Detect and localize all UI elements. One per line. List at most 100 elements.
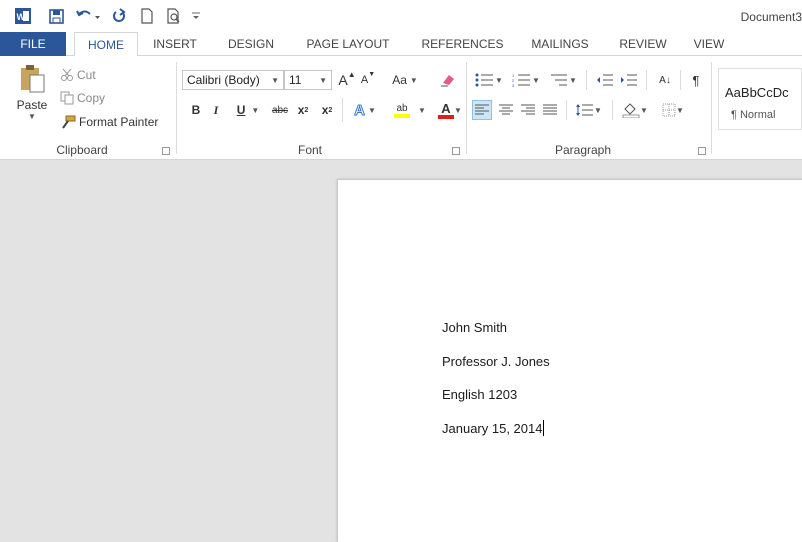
- bullets-button[interactable]: ▼: [472, 70, 506, 90]
- copy-label: Copy: [77, 91, 106, 105]
- numbering-icon: 123: [512, 73, 531, 87]
- increase-indent-icon: [621, 74, 637, 86]
- align-left-button[interactable]: [472, 100, 492, 120]
- align-right-button[interactable]: [518, 100, 538, 120]
- cut-label: Cut: [77, 68, 96, 82]
- font-name-value: Calibri (Body): [187, 73, 260, 87]
- shading-button[interactable]: ▼: [618, 100, 652, 120]
- font-name-combo[interactable]: Calibri (Body) ▼: [182, 70, 284, 90]
- tab-review[interactable]: REVIEW: [612, 32, 674, 56]
- font-size-combo[interactable]: 11 ▼: [284, 70, 332, 90]
- clipboard-group-label: Clipboard: [56, 143, 108, 157]
- doc-line-date-wrapper[interactable]: January 15, 2014: [442, 420, 545, 436]
- align-right-icon: [521, 104, 535, 115]
- multilevel-list-button[interactable]: ▼: [546, 70, 580, 90]
- group-divider: [176, 62, 177, 154]
- style-normal-tile[interactable]: AaBbCcDc ¶ Normal: [718, 68, 802, 130]
- tab-home[interactable]: HOME: [74, 32, 138, 57]
- sort-button[interactable]: A↓: [654, 70, 676, 90]
- highlighter-icon: ab: [396, 102, 408, 114]
- paragraph-dialog-launcher[interactable]: [698, 147, 706, 155]
- copy-button[interactable]: Copy: [60, 89, 105, 107]
- text-effects-button[interactable]: A ▼: [350, 100, 380, 120]
- format-painter-label: Format Painter: [79, 115, 159, 129]
- change-case-button[interactable]: Aa ▼: [388, 70, 422, 90]
- doc-line-name[interactable]: John Smith: [442, 320, 507, 335]
- align-center-icon: [499, 104, 513, 115]
- shrink-font-button[interactable]: A ▼: [360, 70, 376, 90]
- line-spacing-icon: [576, 104, 594, 116]
- paragraph-divider: [566, 100, 567, 120]
- paint-bucket-icon: [622, 103, 640, 118]
- paste-dropdown-icon: ▼: [28, 112, 36, 121]
- tab-mailings[interactable]: MAILINGS: [520, 32, 600, 56]
- paragraph-group-label: Paragraph: [554, 143, 612, 157]
- cut-button[interactable]: Cut: [60, 66, 96, 84]
- subscript-button[interactable]: x2: [294, 100, 312, 120]
- copy-icon: [60, 91, 74, 105]
- paste-icon: [21, 65, 45, 93]
- decrease-indent-button[interactable]: [594, 70, 616, 90]
- justify-button[interactable]: [540, 100, 560, 120]
- change-case-icon: Aa: [392, 73, 407, 87]
- group-divider: [711, 62, 712, 154]
- highlight-color-button[interactable]: ab: [384, 100, 420, 120]
- customize-qat-icon[interactable]: [188, 5, 204, 27]
- italic-button[interactable]: I: [208, 100, 224, 120]
- numbering-button[interactable]: 1 2 3 ▼: [508, 70, 544, 90]
- align-center-button[interactable]: [496, 100, 516, 120]
- highlight-color-swatch: [394, 113, 410, 118]
- clear-formatting-button[interactable]: [438, 70, 458, 90]
- redo-icon[interactable]: [110, 5, 128, 27]
- document-page[interactable]: John Smith Professor J. Jones English 12…: [337, 179, 802, 542]
- highlight-dropdown-icon[interactable]: ▼: [418, 106, 426, 115]
- doc-line-professor[interactable]: Professor J. Jones: [442, 354, 550, 369]
- doc-line-date: January 15, 2014: [442, 421, 543, 436]
- paste-button[interactable]: Paste ▼: [14, 64, 50, 134]
- font-color-dropdown-icon[interactable]: ▼: [454, 106, 462, 115]
- subscript-icon: x: [297, 103, 305, 117]
- chevron-down-icon: ▼: [271, 76, 279, 85]
- doc-line-course[interactable]: English 1203: [442, 387, 517, 402]
- font-divider: [342, 98, 343, 122]
- decrease-indent-icon: [597, 74, 613, 86]
- align-left-icon: [475, 104, 489, 115]
- paste-label: Paste: [16, 98, 48, 112]
- undo-icon: [76, 10, 100, 19]
- clipboard-dialog-launcher[interactable]: [162, 147, 170, 155]
- tab-view[interactable]: VIEW: [684, 32, 734, 56]
- word-app-icon[interactable]: W: [14, 5, 32, 27]
- show-hide-button[interactable]: ¶: [686, 70, 706, 90]
- undo-button[interactable]: [74, 5, 102, 27]
- strikethrough-button[interactable]: abc: [268, 100, 292, 120]
- print-preview-icon[interactable]: [164, 5, 184, 27]
- document-workspace: John Smith Professor J. Jones English 12…: [0, 161, 802, 542]
- justify-icon: [543, 104, 557, 115]
- tab-file[interactable]: FILE: [0, 32, 66, 56]
- tab-page-layout[interactable]: PAGE LAYOUT: [298, 32, 398, 56]
- increase-indent-button[interactable]: [618, 70, 640, 90]
- underline-icon: U: [236, 103, 246, 117]
- document-title: Document3: [740, 10, 802, 24]
- shrink-font-icon: A: [360, 74, 369, 86]
- borders-icon: [662, 103, 676, 117]
- bold-button[interactable]: B: [188, 100, 204, 120]
- line-spacing-button[interactable]: ▼: [572, 100, 606, 120]
- superscript-icon: x: [321, 103, 329, 117]
- grow-font-button[interactable]: A ▲: [338, 70, 356, 90]
- save-icon[interactable]: [46, 5, 66, 27]
- new-document-icon[interactable]: [138, 5, 156, 27]
- borders-button[interactable]: ▼: [656, 100, 690, 120]
- tab-references[interactable]: REFERENCES: [415, 32, 510, 56]
- font-dialog-launcher[interactable]: [452, 147, 460, 155]
- tab-design[interactable]: DESIGN: [222, 32, 280, 56]
- svg-text:W: W: [17, 12, 26, 22]
- superscript-button[interactable]: x2: [318, 100, 336, 120]
- font-color-icon: A: [441, 100, 451, 116]
- underline-button[interactable]: U ▼: [230, 100, 266, 120]
- group-divider: [466, 62, 467, 154]
- svg-text:3: 3: [512, 83, 515, 87]
- format-painter-button[interactable]: Format Painter: [60, 113, 158, 131]
- tab-insert[interactable]: INSERT: [150, 32, 200, 56]
- paragraph-divider: [646, 70, 647, 90]
